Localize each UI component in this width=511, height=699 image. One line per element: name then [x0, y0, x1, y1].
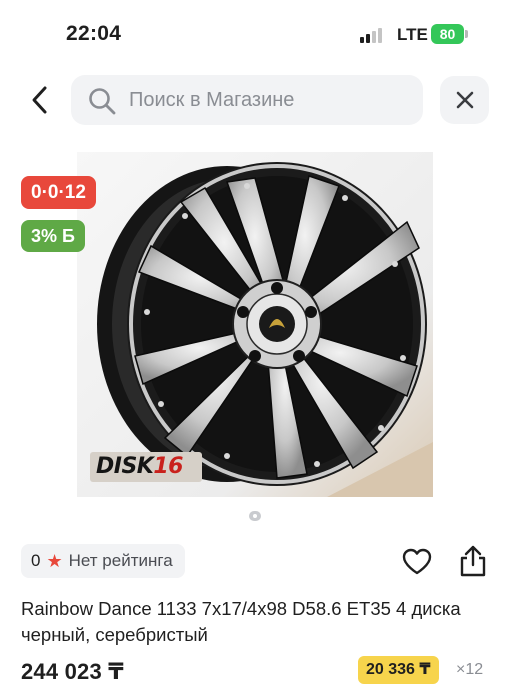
close-icon — [456, 91, 473, 109]
bonus-badge: 3% Б — [21, 220, 85, 252]
network-type: LTE — [397, 25, 428, 44]
rating-label: Нет рейтинга — [68, 551, 173, 570]
star-icon: ★ — [46, 551, 63, 571]
installment-badge: 0·0·12 — [21, 176, 96, 209]
installment-months: ×12 — [456, 661, 484, 678]
product-title: Rainbow Dance 1133 7x17/4x98 D58.6 ET35 … — [21, 598, 461, 645]
search-bar[interactable] — [71, 75, 423, 125]
chevron-left-icon — [32, 86, 47, 114]
wheel-image — [77, 152, 433, 497]
rating-count: 0 — [31, 551, 41, 570]
battery-level: 80 — [431, 24, 464, 44]
status-bar: 22:04 LTE 80 — [0, 0, 511, 66]
share-button[interactable] — [457, 544, 489, 578]
product-image[interactable] — [77, 152, 433, 497]
favorite-button[interactable] — [401, 546, 433, 578]
seller-watermark: DISK16 — [90, 452, 202, 482]
search-icon — [89, 88, 116, 115]
share-icon — [460, 545, 486, 577]
back-button[interactable] — [22, 80, 58, 120]
status-time: 22:04 — [66, 22, 122, 45]
signal-icon — [360, 27, 386, 43]
close-button[interactable] — [440, 76, 489, 124]
heart-icon — [402, 548, 432, 575]
rating-chip[interactable]: 0 ★ Нет рейтинга — [21, 544, 185, 578]
carousel-dot-active — [249, 511, 261, 521]
battery-icon: 80 — [431, 24, 468, 44]
search-input[interactable] — [129, 75, 414, 125]
installment-monthly-price[interactable]: 20 336 ₸ — [358, 656, 439, 684]
carousel-indicator — [249, 511, 261, 521]
product-price: 244 023 ₸ — [21, 659, 124, 684]
